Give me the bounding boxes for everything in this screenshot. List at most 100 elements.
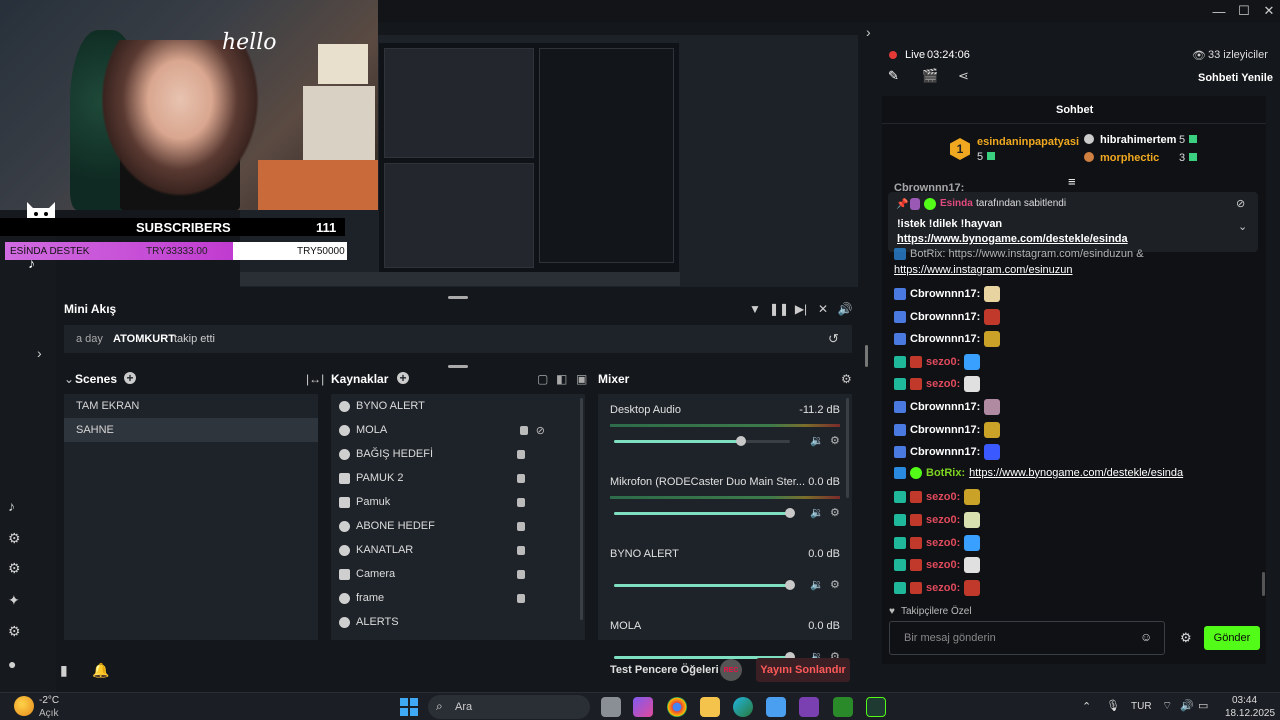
pinned-expand-icon[interactable]: ⌄ [1238,220,1247,233]
task-view-icon[interactable] [601,697,621,717]
chat-username[interactable]: sezo0: [926,356,960,368]
xbox-icon[interactable] [833,697,853,717]
source-image-icon[interactable]: ▣ [576,372,587,386]
chat-link[interactable]: https://www.bynogame.com/destekle/esinda [969,467,1183,479]
resize-handle[interactable] [448,296,468,299]
taskbar-search[interactable]: ⌕ Ara [428,695,590,719]
chat-settings-icon[interactable]: ⚙ [1180,630,1192,646]
kick-app-icon[interactable] [866,697,886,717]
lock-icon[interactable] [517,593,525,603]
minimize-button[interactable]: — [1208,2,1230,20]
chrome-icon[interactable] [667,697,687,717]
clapper-icon[interactable]: 🎬 [922,68,938,84]
pinned-link[interactable]: https://www.bynogame.com/destekle/esinda [897,233,1128,245]
lock-icon[interactable] [517,449,525,459]
volume-icon[interactable]: 🔊 [838,302,853,316]
chat-username[interactable]: Cbrownnn17: [910,446,980,458]
mixer-settings-icon[interactable]: ⚙ [841,372,852,386]
chat-username[interactable]: sezo0: [926,514,960,526]
chat-username[interactable]: sezo0: [926,559,960,571]
mute-alerts-icon[interactable]: ✕ [816,302,830,316]
filter-icon[interactable]: ▼ [748,302,762,316]
lock-icon[interactable] [517,569,525,579]
settings-icon[interactable]: ⚙ [8,623,28,643]
chevron-right-icon[interactable]: › [37,345,57,365]
mic-tray-icon[interactable]: 🎙 [1106,699,1120,712]
chat-username[interactable]: sezo0: [926,491,960,503]
skip-icon[interactable]: ▶| [794,302,808,316]
volume-slider[interactable] [614,436,790,446]
chat-username[interactable]: Cbrownnn17: [910,288,980,300]
resize-handle-2[interactable] [448,365,468,368]
source-item[interactable]: Pamuk [331,490,585,514]
clock-date[interactable]: 18.12.2025 [1225,708,1275,719]
tray-chevron-icon[interactable]: ⌃ [1082,700,1091,713]
visibility-hidden-icon[interactable]: ⊘ [536,424,545,437]
sources-scrollbar[interactable] [580,398,583,620]
mixer-scrollbar[interactable] [846,398,849,498]
chat-username[interactable]: Cbrownnn17: [910,424,980,436]
sparkle-icon[interactable]: ✦ [8,592,28,612]
collapse-icon[interactable]: ⌄ [64,372,74,386]
clock-time[interactable]: 03:44 [1232,695,1257,706]
chat-username[interactable]: sezo0: [926,537,960,549]
volume-slider-knob[interactable] [735,436,746,446]
pause-icon[interactable]: ❚❚ [769,302,789,316]
send-button[interactable]: Gönder [1204,626,1260,650]
mute-icon[interactable]: 🔉 [810,578,824,591]
unpin-icon[interactable]: ⊘ [1236,197,1245,210]
source-item[interactable]: PAMUK 2 [331,466,585,490]
source-item[interactable]: Camera [331,562,585,586]
mute-icon[interactable]: 🔉 [810,506,824,519]
edge-icon[interactable] [733,697,753,717]
source-item[interactable]: KANATLAR [331,538,585,562]
file-explorer-icon[interactable] [700,697,720,717]
scene-item[interactable]: TAM EKRAN [64,394,318,418]
source-filter-icon[interactable]: ◧ [556,372,567,386]
tiktok-icon[interactable]: ♪ [8,498,28,518]
volume-slider-knob[interactable] [785,508,795,518]
test-widgets-label[interactable]: Test Pencere Öğeleri [610,664,719,676]
chat-username[interactable]: BotRix: [926,467,965,479]
lock-icon[interactable] [519,425,528,435]
channel-settings-icon[interactable]: ⚙ [830,506,840,519]
plugin-icon[interactable]: ⚙ [8,530,28,550]
bell-icon[interactable]: 🔔 [92,662,112,682]
plugin-2-icon[interactable]: ⚙ [8,560,28,580]
expand-leaderboard-icon[interactable]: ≡ [1068,174,1076,189]
windows-start-icon[interactable] [400,698,418,716]
source-group-icon[interactable]: ▢ [537,372,548,386]
lock-icon[interactable] [517,521,525,531]
chat-username[interactable]: Cbrownnn17: [910,311,980,323]
chat-username[interactable]: sezo0: [926,582,960,594]
volume-slider-knob[interactable] [785,580,795,590]
copilot-icon[interactable] [633,697,653,717]
source-item[interactable]: MOLA ⊘ [331,418,585,442]
mute-icon[interactable]: 🔉 [810,434,824,447]
lock-icon[interactable] [517,473,525,483]
scene-item-selected[interactable]: SAHNE [64,418,318,442]
profile-icon[interactable]: ● [8,656,28,676]
chat-username[interactable]: Cbrownnn17: [910,401,980,413]
add-scene-button[interactable]: + [124,371,136,385]
share-icon[interactable]: ⋖ [958,68,969,84]
channel-settings-icon[interactable]: ⚙ [830,434,840,447]
wifi-icon[interactable]: ⌔ [1162,699,1172,713]
chat-input[interactable]: Bir mesaj gönderin ☺ [889,621,1165,655]
rec-button[interactable]: REC [720,659,742,681]
emoji-icon[interactable]: ☺ [1140,630,1152,644]
lock-icon[interactable] [517,497,525,507]
lock-icon[interactable] [517,545,525,555]
refresh-chat-button[interactable]: Sohbeti Yenile [1198,72,1273,84]
channel-settings-icon[interactable]: ⚙ [830,578,840,591]
source-item[interactable]: ALERTS [331,610,585,634]
add-source-button[interactable]: + [397,371,409,385]
source-item[interactable]: BAĞIŞ HEDEFİ [331,442,585,466]
weather-icon[interactable] [14,696,34,716]
replay-icon[interactable]: ↺ [828,331,839,347]
edit-icon[interactable]: ✎ [888,68,899,84]
chat-scrollbar[interactable] [1262,572,1265,596]
maximize-button[interactable]: ☐ [1233,2,1255,20]
language-indicator[interactable]: TUR [1131,701,1152,712]
store-icon[interactable] [766,697,786,717]
